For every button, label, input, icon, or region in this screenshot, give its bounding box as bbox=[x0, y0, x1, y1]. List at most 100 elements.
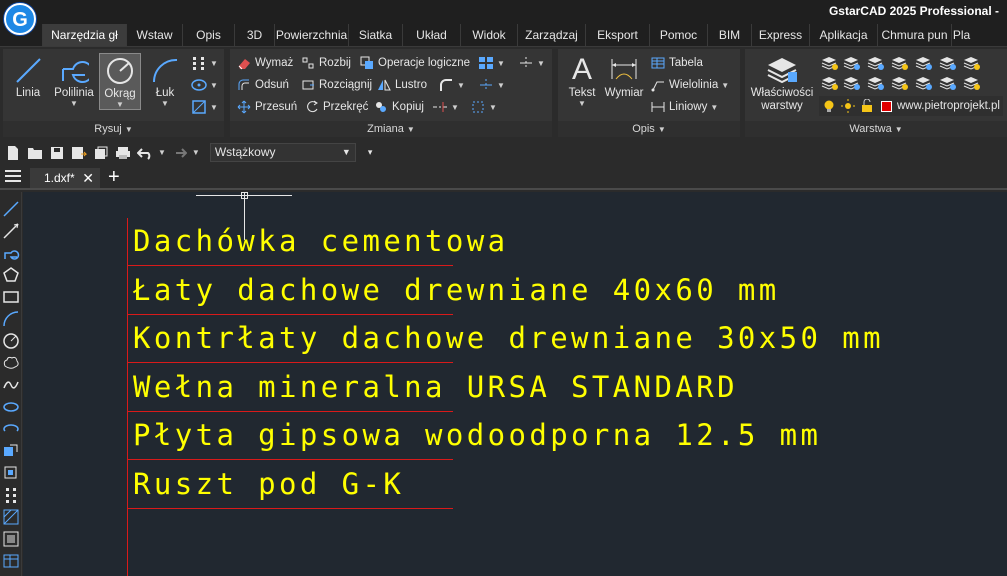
group-label-draw[interactable]: Rysuj ▼ bbox=[3, 121, 224, 137]
layer-tool-icon[interactable] bbox=[915, 55, 933, 71]
layer-tool-icon[interactable] bbox=[821, 55, 839, 71]
ellipse-icon[interactable] bbox=[2, 398, 20, 416]
break-button[interactable]: ▼ bbox=[478, 75, 505, 95]
rectangle-icon[interactable] bbox=[2, 288, 20, 306]
boolean-operations-button[interactable]: Operacje logiczne bbox=[359, 53, 470, 73]
linear-dimension-button[interactable]: Liniowy ▼ bbox=[650, 97, 718, 117]
hatch-icon[interactable] bbox=[2, 508, 20, 526]
scale-button[interactable]: ▼ bbox=[470, 97, 497, 117]
customize-toolbar-icon[interactable]: ▾ bbox=[368, 147, 373, 158]
tab-point-cloud[interactable]: Chmura pun bbox=[877, 24, 951, 46]
layer-tool-icon[interactable] bbox=[867, 55, 885, 71]
drawing-text-line[interactable]: Wełna mineralna URSA STANDARD bbox=[133, 370, 738, 404]
chevron-down-icon[interactable]: ▼ bbox=[192, 148, 200, 157]
circle-button[interactable]: Okrąg ▼ bbox=[99, 53, 141, 110]
ellipse-arc-icon[interactable] bbox=[2, 420, 20, 438]
drawing-text-line[interactable]: Dachówka cementowa bbox=[133, 224, 508, 258]
multileader-button[interactable]: Wielolinia ▼ bbox=[650, 75, 729, 95]
polyline-icon[interactable] bbox=[2, 244, 20, 262]
dimension-button[interactable]: Wymiar bbox=[602, 53, 646, 99]
tab-mesh[interactable]: Siatka bbox=[348, 24, 402, 46]
tab-application[interactable]: Aplikacja bbox=[809, 24, 877, 46]
workspace-select[interactable]: Wstążkowy ▼ bbox=[209, 143, 356, 162]
save-icon[interactable] bbox=[48, 144, 66, 162]
spline-icon[interactable] bbox=[2, 376, 20, 394]
copy-button[interactable]: Kopiuj bbox=[373, 97, 424, 117]
tab-bim[interactable]: BIM bbox=[707, 24, 751, 46]
layer-tool-icon[interactable] bbox=[963, 75, 981, 91]
open-folder-icon[interactable] bbox=[26, 144, 44, 162]
group-label-modify[interactable]: Zmiana ▼ bbox=[230, 121, 552, 137]
circle-icon[interactable] bbox=[2, 332, 20, 350]
tab-export[interactable]: Eksport bbox=[585, 24, 649, 46]
arc-button[interactable]: Łuk ▼ bbox=[143, 53, 187, 108]
make-block-icon[interactable] bbox=[2, 464, 20, 482]
group-label-annotation[interactable]: Opis ▼ bbox=[558, 121, 740, 137]
point-button[interactable]: ▼ bbox=[191, 53, 218, 73]
layer-tool-icon[interactable] bbox=[843, 75, 861, 91]
ellipse-button[interactable]: ▼ bbox=[191, 75, 218, 95]
explode-button[interactable]: Rozbij bbox=[300, 53, 351, 73]
region-icon[interactable] bbox=[2, 530, 20, 548]
line-icon[interactable] bbox=[2, 200, 20, 218]
move-button[interactable]: Przesuń bbox=[236, 97, 297, 117]
save-as-icon[interactable] bbox=[70, 144, 88, 162]
insert-block-icon[interactable] bbox=[2, 442, 20, 460]
tab-manage[interactable]: Zarządzaj bbox=[517, 24, 585, 46]
tab-layout[interactable]: Układ bbox=[402, 24, 460, 46]
tab-3d[interactable]: 3D bbox=[234, 24, 274, 46]
layer-dropdown[interactable]: www.pietroprojekt.pl bbox=[819, 96, 1003, 116]
offset-button[interactable]: Odsuń bbox=[236, 75, 289, 95]
layer-tool-icon[interactable] bbox=[891, 75, 909, 91]
publish-icon[interactable] bbox=[92, 144, 110, 162]
document-tab[interactable]: 1.dxf* ✕ bbox=[30, 168, 100, 188]
table-icon[interactable] bbox=[2, 552, 20, 570]
chevron-down-icon[interactable]: ▼ bbox=[158, 148, 166, 157]
revision-cloud-icon[interactable] bbox=[2, 354, 20, 372]
mirror-button[interactable]: Lustro bbox=[376, 75, 427, 95]
tab-express[interactable]: Express bbox=[751, 24, 809, 46]
undo-icon[interactable] bbox=[136, 144, 154, 162]
array-button[interactable]: ▼ bbox=[478, 53, 505, 73]
layer-properties-button[interactable]: Właściwości warstwy bbox=[747, 53, 817, 113]
drawing-text-line[interactable]: Kontrłaty dachowe drewniane 30x50 mm bbox=[133, 321, 884, 355]
redo-icon[interactable] bbox=[170, 144, 188, 162]
print-icon[interactable] bbox=[114, 144, 132, 162]
rotate-button[interactable]: Przekręć bbox=[304, 97, 368, 117]
layer-tool-icon[interactable] bbox=[939, 55, 957, 71]
layer-tool-icon[interactable] bbox=[867, 75, 885, 91]
trim-button[interactable]: ▼ bbox=[518, 53, 545, 73]
fillet-button[interactable]: ▼ bbox=[438, 75, 465, 95]
new-file-icon[interactable] bbox=[4, 144, 22, 162]
new-tab-button[interactable]: + bbox=[108, 166, 120, 188]
tab-insert[interactable]: Wstaw bbox=[126, 24, 182, 46]
polygon-icon[interactable] bbox=[2, 266, 20, 284]
layer-tool-icon[interactable] bbox=[891, 55, 909, 71]
tab-surface[interactable]: Powierzchnia bbox=[274, 24, 348, 46]
ray-icon[interactable] bbox=[2, 222, 20, 240]
tab-home[interactable]: Narzędzia gł bbox=[42, 24, 126, 46]
arc-icon[interactable] bbox=[2, 310, 20, 328]
drawing-text-line[interactable]: Ruszt pod G-K bbox=[133, 467, 404, 501]
tab-view[interactable]: Widok bbox=[460, 24, 517, 46]
tab-more[interactable]: Pla bbox=[951, 24, 971, 46]
layer-tool-icon[interactable] bbox=[915, 75, 933, 91]
tab-annotate[interactable]: Opis bbox=[182, 24, 234, 46]
group-label-layers[interactable]: Warstwa ▼ bbox=[745, 121, 1007, 137]
menu-icon[interactable] bbox=[5, 170, 21, 185]
text-button[interactable]: A Tekst ▼ bbox=[560, 53, 604, 108]
layer-tool-icon[interactable] bbox=[939, 75, 957, 91]
close-icon[interactable]: ✕ bbox=[82, 168, 94, 188]
layer-tool-icon[interactable] bbox=[843, 55, 861, 71]
point-icon[interactable] bbox=[2, 486, 20, 504]
polyline-button[interactable]: Polilinia ▼ bbox=[52, 53, 96, 108]
erase-button[interactable]: Wymaż bbox=[236, 53, 293, 73]
drawing-canvas[interactable]: Dachówka cementowa Łaty dachowe drewniane… bbox=[23, 192, 1007, 576]
linetype-break-button[interactable]: ▼ bbox=[432, 97, 459, 117]
drawing-text-line[interactable]: Płyta gipsowa wodoodporna 12.5 mm bbox=[133, 418, 821, 452]
drawing-text-line[interactable]: Łaty dachowe drewniane 40x60 mm bbox=[133, 273, 780, 307]
tab-help[interactable]: Pomoc bbox=[649, 24, 707, 46]
app-logo[interactable]: G bbox=[4, 3, 36, 35]
stretch-button[interactable]: Rozciągnij bbox=[300, 75, 372, 95]
hatch-button[interactable]: ▼ bbox=[191, 97, 218, 117]
